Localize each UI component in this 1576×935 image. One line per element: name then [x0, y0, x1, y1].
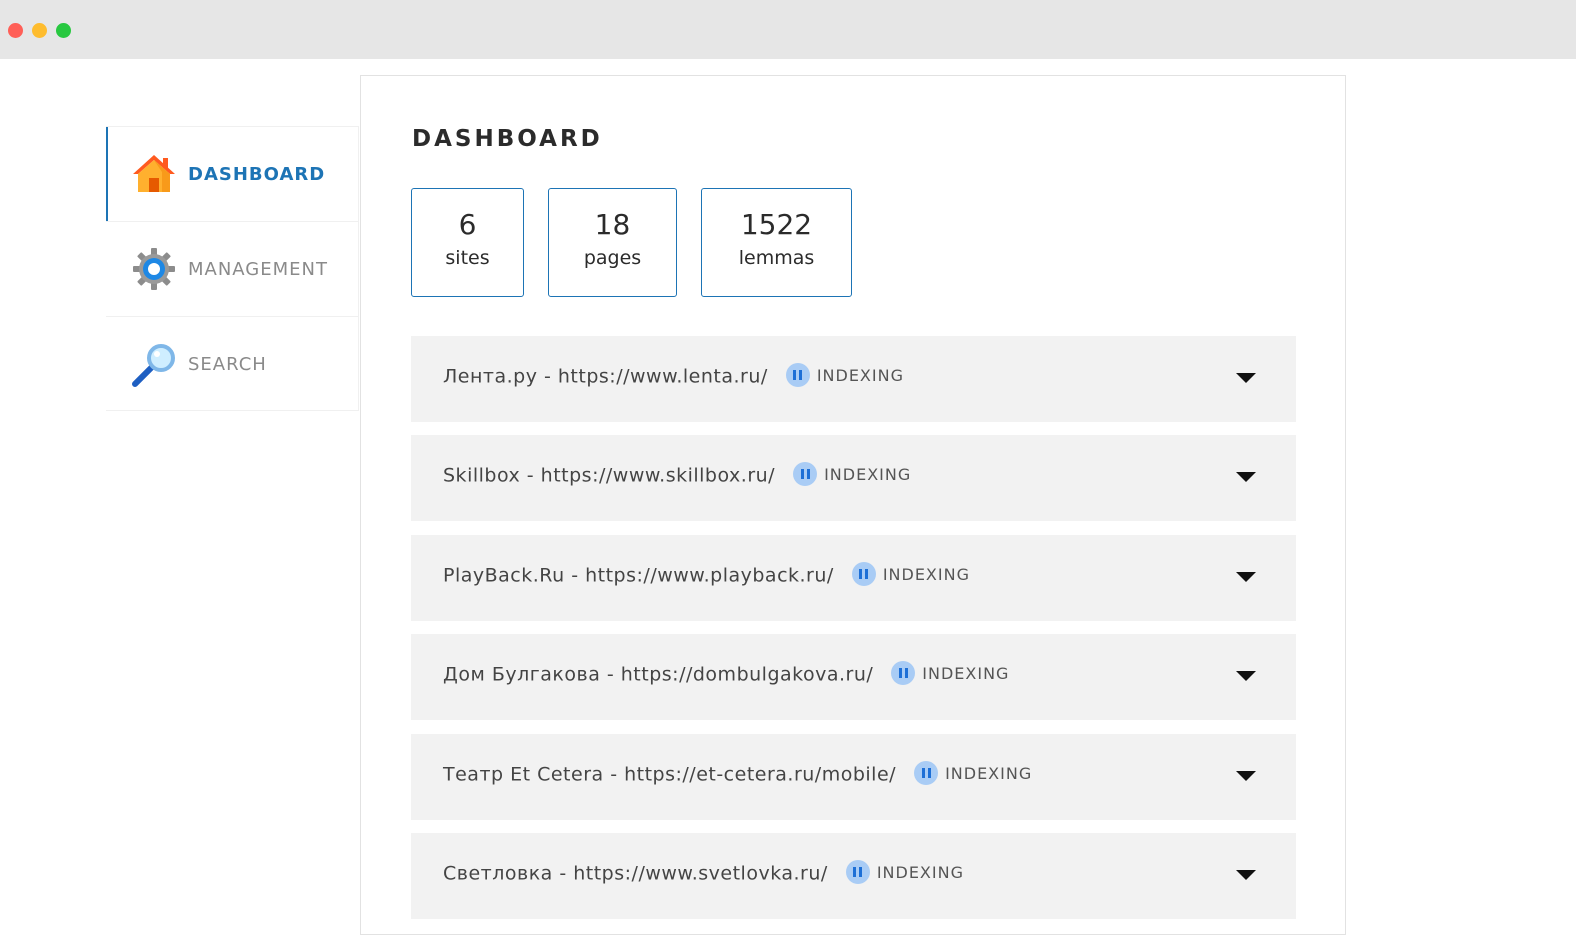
- stat-sites: 6 sites: [411, 188, 524, 297]
- site-name: Светловка - https://www.svetlovka.ru/: [443, 862, 828, 885]
- stat-value: 6: [458, 208, 477, 241]
- site-row[interactable]: PlayBack.Ru - https://www.playback.ru/IN…: [411, 535, 1296, 621]
- site-name: Skillbox - https://www.skillbox.ru/: [443, 464, 776, 487]
- site-row[interactable]: Лента.ру - https://www.lenta.ru/INDEXING: [411, 336, 1296, 422]
- sidebar-item-search[interactable]: SEARCH: [106, 317, 358, 412]
- sidebar-item-label: MANAGEMENT: [188, 258, 328, 280]
- status-text: INDEXING: [922, 663, 1010, 683]
- sidebar-item-dashboard[interactable]: DASHBOARD: [106, 127, 358, 222]
- window-titlebar: [0, 0, 1576, 59]
- close-window-button[interactable]: [8, 23, 23, 38]
- status-badge: INDEXING: [891, 661, 1009, 685]
- site-name: Театр Et Cetera - https://et-cetera.ru/m…: [443, 763, 897, 786]
- status-text: INDEXING: [945, 763, 1033, 783]
- pause-icon: [891, 661, 916, 685]
- status-text: INDEXING: [824, 464, 912, 484]
- stat-label: pages: [583, 247, 642, 269]
- chevron-down-icon[interactable]: [1236, 671, 1256, 681]
- stat-label: lemmas: [738, 247, 815, 269]
- maximize-window-button[interactable]: [56, 23, 71, 38]
- stat-label: sites: [445, 247, 490, 269]
- site-name: Лента.ру - https://www.lenta.ru/: [443, 365, 768, 388]
- dashboard-panel: DASHBOARD 6 sites 18 pages 1522 lemmas Л…: [360, 75, 1346, 935]
- stat-value: 1522: [740, 208, 813, 241]
- chevron-down-icon[interactable]: [1236, 870, 1256, 880]
- page-title: DASHBOARD: [412, 126, 603, 152]
- status-text: INDEXING: [876, 862, 964, 882]
- chevron-down-icon[interactable]: [1236, 771, 1256, 781]
- stat-lemmas: 1522 lemmas: [701, 188, 852, 297]
- chevron-down-icon[interactable]: [1236, 373, 1256, 383]
- stat-pages: 18 pages: [548, 188, 677, 297]
- status-badge: INDEXING: [845, 860, 964, 884]
- sidebar-item-management[interactable]: MANAGEMENT: [106, 222, 358, 317]
- sidebar-nav: DASHBOARD MANAGEMENT SEARCH: [106, 126, 359, 411]
- home-icon: [131, 151, 177, 197]
- status-badge: INDEXING: [851, 562, 970, 586]
- site-row[interactable]: Skillbox - https://www.skillbox.ru/INDEX…: [411, 435, 1296, 521]
- status-badge: INDEXING: [914, 761, 1032, 785]
- site-name: Дом Булгакова - https://dombulgakova.ru/: [443, 663, 874, 686]
- stat-value: 18: [594, 208, 631, 241]
- pause-icon: [845, 860, 870, 884]
- site-row[interactable]: Театр Et Cetera - https://et-cetera.ru/m…: [411, 734, 1296, 820]
- magnifier-icon: [131, 342, 177, 388]
- sidebar-item-label: DASHBOARD: [188, 163, 326, 185]
- gear-icon: [131, 246, 177, 292]
- chevron-down-icon[interactable]: [1236, 472, 1256, 482]
- status-badge: INDEXING: [793, 462, 911, 486]
- pause-icon: [785, 363, 810, 387]
- status-text: INDEXING: [816, 365, 904, 385]
- chevron-down-icon[interactable]: [1236, 572, 1256, 582]
- status-badge: INDEXING: [785, 363, 904, 387]
- site-row[interactable]: Дом Булгакова - https://dombulgakova.ru/…: [411, 634, 1296, 720]
- pause-icon: [851, 562, 876, 586]
- minimize-window-button[interactable]: [32, 23, 47, 38]
- site-name: PlayBack.Ru - https://www.playback.ru/: [443, 564, 834, 587]
- pause-icon: [793, 462, 818, 486]
- site-row[interactable]: Светловка - https://www.svetlovka.ru/IND…: [411, 833, 1296, 919]
- pause-icon: [914, 761, 939, 785]
- status-text: INDEXING: [882, 564, 970, 584]
- sidebar-item-label: SEARCH: [188, 354, 267, 375]
